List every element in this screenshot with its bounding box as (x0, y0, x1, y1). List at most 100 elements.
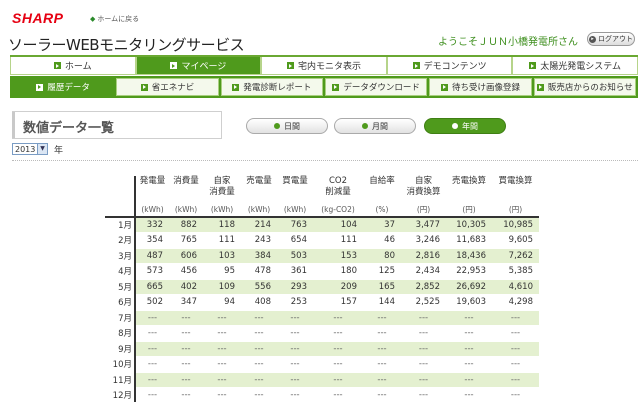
value-cell: --- (241, 341, 277, 357)
nav-sub-item[interactable]: 発電診断レポート (220, 78, 323, 96)
nav-sub-label: 省エネナビ (151, 83, 195, 93)
year-unit-label: 年 (54, 146, 64, 156)
arrow-icon (286, 62, 294, 69)
nav-main-label: デモコンテンツ (423, 62, 487, 72)
value-cell: 111 (203, 232, 241, 249)
value-cell: --- (277, 310, 313, 326)
nav-sub-item[interactable]: 履歴データ (12, 78, 115, 96)
value-cell: 763 (277, 217, 313, 233)
table-row: 6月 502 347 94 408 253 157 144 2,525 19,603 4,298 (105, 294, 539, 311)
value-cell: --- (363, 356, 401, 373)
value-cell: 11,683 (446, 232, 492, 249)
month-cell: 11月 (105, 372, 136, 388)
value-cell: --- (135, 341, 169, 357)
logout-button[interactable]: ▸ ログアウト (587, 32, 635, 46)
value-cell: 94 (203, 294, 241, 311)
value-cell: 556 (241, 279, 277, 295)
corner-cell (105, 176, 136, 204)
value-cell: 408 (241, 294, 277, 311)
tab-yearly[interactable]: 年間 (424, 118, 506, 134)
value-cell: 10,305 (446, 217, 492, 233)
month-cell: 3月 (105, 248, 136, 264)
year-select[interactable]: 2013 ▼ (12, 143, 48, 155)
nav-sub-item[interactable]: データダウンロード (324, 78, 428, 96)
value-cell: 180 (313, 263, 363, 280)
column-header: 自家 消費換算 (406, 176, 441, 197)
value-cell: --- (446, 341, 492, 357)
column-unit: (kg-CO2) (313, 204, 363, 218)
value-cell: 253 (277, 294, 313, 311)
column-header: 自家 消費量 (209, 176, 235, 197)
home-link-label: ホームに戻る (97, 15, 140, 23)
table-row: 8月 --- --- --- --- --- --- --- --- --- --- (105, 325, 539, 342)
arrow-icon (332, 83, 340, 91)
value-cell: --- (203, 387, 241, 402)
nav-sub-item[interactable]: 省エネナビ (116, 78, 219, 96)
value-cell: --- (401, 387, 446, 402)
value-cell: --- (446, 372, 492, 388)
value-cell: 654 (277, 232, 313, 249)
month-cell: 7月 (105, 310, 136, 326)
nav-main-item[interactable]: 宅内モニタ表示 (261, 57, 387, 75)
value-cell: --- (492, 387, 539, 402)
nav-sub-label: データダウンロード (343, 83, 420, 93)
value-cell: 3,246 (401, 232, 446, 249)
table-row: 4月 573 456 95 478 361 180 125 2,434 22,953 5,385 (105, 263, 539, 280)
value-cell: 502 (135, 294, 169, 311)
month-cell: 6月 (105, 294, 136, 311)
table-row: 7月 --- --- --- --- --- --- --- --- --- --- (105, 310, 539, 326)
home-link[interactable]: ◆ ホームに戻る (90, 14, 139, 24)
value-cell: 5,385 (492, 263, 539, 280)
value-cell: --- (401, 310, 446, 326)
value-cell: --- (313, 341, 363, 357)
value-cell: 9,605 (492, 232, 539, 249)
table-row: 5月 665 402 109 556 293 209 165 2,852 26,692 4,610 (105, 279, 539, 295)
unit-row: (kWh) (kWh) (kWh) (kWh) (kWh) (kg-CO2) (%) (円)(… (105, 204, 539, 218)
value-cell: --- (277, 387, 313, 402)
value-cell: --- (277, 372, 313, 388)
value-cell: --- (203, 325, 241, 342)
arrow-icon (53, 62, 61, 69)
nav-sub-item[interactable]: 待ち受け画像登録 (429, 78, 532, 96)
table-row: 12月 --- --- --- --- --- --- --- --- --- --- (105, 387, 539, 402)
main-nav: ホーム マイページ 宅内モニタ表示 デモコンテンツ 太陽光発電システム (10, 55, 638, 75)
tab-monthly-label: 月間 (372, 121, 388, 131)
value-cell: 104 (313, 217, 363, 233)
nav-main-label: 宅内モニタ表示 (297, 62, 361, 72)
value-cell: --- (203, 310, 241, 326)
nav-main-label: マイページ (181, 62, 227, 72)
sharp-logo[interactable]: SHARP (12, 10, 64, 26)
value-cell: --- (203, 372, 241, 388)
value-cell: 46 (363, 232, 401, 249)
value-cell: 125 (363, 263, 401, 280)
arrow-icon (232, 83, 240, 91)
tab-monthly[interactable]: 月間 (334, 118, 416, 134)
nav-main-item[interactable]: デモコンテンツ (386, 57, 513, 75)
value-cell: --- (277, 356, 313, 373)
value-cell: --- (446, 310, 492, 326)
value-cell: 503 (277, 248, 313, 264)
nav-main-item[interactable]: マイページ (135, 57, 262, 75)
nav-sub-item[interactable]: 販売店からのお知らせ (533, 78, 636, 96)
value-cell: --- (401, 372, 446, 388)
value-cell: 293 (277, 279, 313, 295)
month-cell: 2月 (105, 232, 136, 249)
value-cell: 4,298 (492, 294, 539, 311)
table-row: 10月 --- --- --- --- --- --- --- --- --- --- (105, 356, 539, 373)
column-unit: (kWh) (277, 204, 313, 218)
value-cell: 7,262 (492, 248, 539, 264)
column-header: 買電量 (282, 176, 308, 186)
value-cell: 26,692 (446, 279, 492, 295)
nav-main-item[interactable]: ホーム (10, 57, 136, 75)
value-cell: 765 (169, 232, 203, 249)
tab-daily-label: 日間 (284, 121, 300, 131)
app-title: ソーラーWEBモニタリングサービス (8, 36, 245, 54)
nav-main-item[interactable]: 太陽光発電システム (512, 57, 638, 75)
bullet-icon (274, 123, 280, 129)
value-cell: --- (135, 310, 169, 326)
value-cell: --- (313, 372, 363, 388)
value-cell: --- (401, 356, 446, 373)
value-cell: --- (169, 310, 203, 326)
nav-sub-label: 履歴データ (47, 83, 90, 93)
tab-daily[interactable]: 日間 (246, 118, 328, 134)
